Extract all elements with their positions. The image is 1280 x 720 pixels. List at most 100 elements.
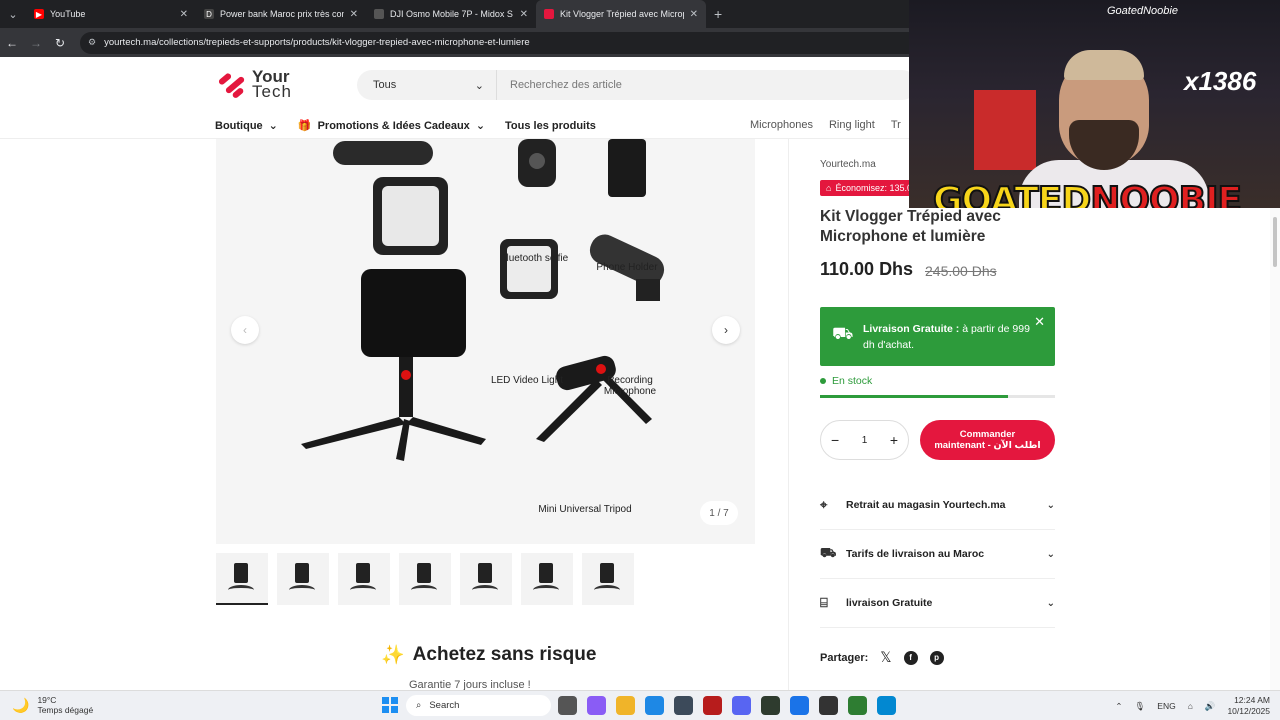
share-row: Partager: 𝕏 f p (820, 649, 944, 666)
plus-button[interactable]: + (890, 432, 898, 448)
subnav-item-microphones[interactable]: Microphones (750, 119, 813, 131)
order-now-button[interactable]: Commander maintenant - اطلب الآن (920, 420, 1055, 460)
site-info-icon[interactable]: ⚙ (88, 37, 96, 48)
thumbnail[interactable] (399, 553, 451, 605)
x-twitter-icon[interactable]: 𝕏 (880, 649, 891, 666)
nav-item-promotions[interactable]: 🎁 Promotions & Idées Cadeaux ⌄ (298, 119, 486, 133)
tab-search-icon[interactable]: ⌄ (0, 0, 26, 28)
notepad-icon[interactable] (877, 696, 896, 715)
network-icon[interactable]: ⌂ (1188, 701, 1193, 711)
discord-icon[interactable] (732, 696, 751, 715)
taskbar-apps (558, 696, 896, 715)
minus-button[interactable]: − (831, 432, 839, 448)
browser-tab[interactable]: D Power bank Maroc prix très comp ✕ (196, 0, 366, 28)
clock[interactable]: 12:24 AM 10/12/2025 (1227, 695, 1270, 717)
product-vendor[interactable]: Yourtech.ma (820, 159, 876, 170)
weather-widget[interactable]: 🌙 19°C Temps dégagé (12, 695, 93, 715)
accordion-shipping-rates[interactable]: ⛟ Tarifs de livraison au Maroc ⌄ (820, 530, 1055, 579)
copilot-icon[interactable] (587, 696, 606, 715)
streamer-tag: GoatedNoobie (1107, 5, 1178, 17)
nav-item-all-products[interactable]: Tous les produits (505, 120, 596, 132)
search-input[interactable]: Recherchez des article (497, 79, 622, 91)
facebook-icon[interactable]: f (903, 650, 918, 665)
chevron-down-icon: ⌄ (1046, 597, 1055, 609)
forward-icon[interactable]: → (24, 36, 48, 50)
caption-led-light: LED Video Light (490, 375, 564, 386)
chrome-icon[interactable] (790, 696, 809, 715)
accordion-free-delivery[interactable]: ⌸ livraison Gratuite ⌄ (820, 579, 1055, 628)
pinterest-icon[interactable]: p (929, 650, 944, 665)
file-explorer-icon[interactable] (616, 696, 635, 715)
weather-desc: Temps dégagé (37, 705, 94, 715)
task-view-icon[interactable] (558, 696, 577, 715)
accordion-label: Tarifs de livraison au Maroc (846, 548, 985, 560)
obs-icon[interactable] (819, 696, 838, 715)
app-icon[interactable] (848, 696, 867, 715)
quantity-value[interactable]: 1 (862, 435, 868, 446)
subnav-item-truncated[interactable]: Tr (891, 119, 901, 131)
chevron-up-icon[interactable]: ⌃ (1115, 701, 1122, 712)
main-nav: Boutique ⌄ 🎁 Promotions & Idées Cadeaux … (215, 119, 596, 133)
yourtech-logo[interactable]: Your Tech (217, 68, 292, 101)
volume-icon[interactable]: 🔊 (1205, 701, 1216, 712)
gallery-prev-button[interactable]: ‹ (231, 316, 259, 344)
taskbar-search[interactable]: ⌕ Search (406, 695, 551, 716)
thumbnail[interactable] (277, 553, 329, 605)
gallery-next-button[interactable]: › (712, 316, 740, 344)
reload-icon[interactable]: ↻ (48, 36, 72, 50)
product-gallery-main-image[interactable]: Bluetooth selfie Phone Holder LED Video … (216, 139, 755, 544)
moon-icon: 🌙 (12, 697, 30, 713)
weather-temp: 19°C (37, 695, 57, 705)
windows-start-icon[interactable] (382, 697, 398, 713)
nav-item-boutique[interactable]: Boutique ⌄ (215, 119, 278, 133)
chevron-down-icon: ⌄ (475, 120, 486, 132)
close-tab-icon[interactable]: ✕ (690, 9, 698, 20)
language-indicator[interactable]: ENG (1157, 701, 1175, 711)
chevron-down-icon: ⌄ (1046, 548, 1055, 560)
close-tab-icon[interactable]: ✕ (350, 9, 358, 20)
thumbnail[interactable] (582, 553, 634, 605)
system-tray: ⌃ 🎙 ENG ⌂ 🔊 12:24 AM 10/12/2025 (1115, 695, 1270, 717)
logo-line2: Tech (252, 82, 292, 101)
product-image (301, 139, 665, 461)
gallery-counter: 1 / 7 (700, 501, 738, 525)
tab-title: Power bank Maroc prix très comp (220, 9, 344, 19)
scrollbar-thumb[interactable] (1273, 217, 1277, 267)
thumbnail[interactable] (460, 553, 512, 605)
search-category-select[interactable]: Tous ⌄ (357, 70, 497, 100)
store-icon[interactable] (674, 696, 693, 715)
thumbnail[interactable] (521, 553, 573, 605)
close-tab-icon[interactable]: ✕ (520, 9, 528, 20)
streamer-webcam-overlay: GoatedNoobie x1386 GOATEDNOOBIE (909, 0, 1280, 208)
risk-title: Achetez sans risque (412, 644, 597, 665)
back-icon[interactable]: ← (0, 36, 24, 50)
browser-tab[interactable]: ▶ YouTube ✕ (26, 0, 196, 28)
browser-tab[interactable]: DJI Osmo Mobile 7P - Midox S ✕ (366, 0, 536, 28)
app-icon[interactable] (703, 696, 722, 715)
clock-date: 10/12/2025 (1227, 706, 1270, 716)
viewer-count: x1386 (1184, 66, 1257, 96)
caption-microphone: Recording Microphone (603, 375, 657, 397)
close-icon[interactable]: ✕ (1034, 314, 1045, 330)
address-bar[interactable]: ⚙ yourtech.ma/collections/trepieds-et-su… (80, 31, 960, 54)
thumbnail[interactable] (338, 553, 390, 605)
microphone-icon[interactable]: 🎙 (1135, 701, 1146, 712)
subnav-item-ring-light[interactable]: Ring light (829, 119, 875, 131)
thumbnail[interactable] (216, 553, 268, 605)
shipping-text: Livraison Gratuite : à partir de 999 dh … (863, 321, 1033, 353)
location-pin-icon: ⌖ (820, 497, 828, 512)
risk-free-heading: ✨ Achetez sans risque (381, 643, 596, 667)
accordion-store-pickup[interactable]: ⌖ Retrait au magasin Yourtech.ma ⌄ (820, 481, 1055, 530)
sub-nav: Microphones Ring light Tr (750, 119, 901, 131)
close-tab-icon[interactable]: ✕ (180, 9, 188, 20)
edge-icon[interactable] (645, 696, 664, 715)
free-shipping-banner: ⛟ Livraison Gratuite : à partir de 999 d… (820, 307, 1055, 366)
browser-tab-active[interactable]: Kit Vlogger Trépied avec Microp ✕ (536, 0, 706, 28)
search-bar: Tous ⌄ Recherchez des article (357, 70, 917, 100)
order-label-2: maintenant - اطلب الآن (934, 440, 1041, 451)
yourtech-favicon-icon (544, 9, 554, 19)
shipping-bold: Livraison Gratuite : (863, 323, 960, 335)
nav-label: Tous les produits (505, 119, 596, 132)
app-icon[interactable] (761, 696, 780, 715)
new-tab-icon[interactable]: + (714, 6, 722, 22)
